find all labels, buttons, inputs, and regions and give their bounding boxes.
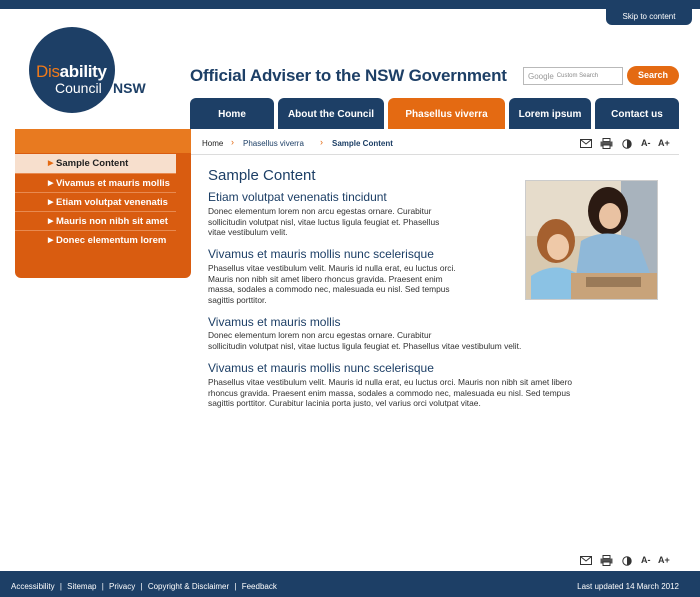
arrow-right-icon: ▶ [48,199,54,206]
sidebar-item-label: Mauris non nibh sit amet [56,216,168,227]
search-input[interactable]: Google Custom Search [523,67,623,85]
footer-separator: | [101,582,104,591]
section-body: Phasellus vitae vestibulum velit. Mauris… [208,377,573,408]
top-strip [0,0,700,9]
sidebar-item-label: Etiam volutpat venenatis [56,197,168,208]
footer-link-feedback[interactable]: Feedback [242,582,277,591]
footer-link-sitemap[interactable]: Sitemap [67,582,96,591]
footer-links: Accessibility | Sitemap | Privacy | Copy… [11,582,280,591]
sidebar-item-label: Donec elementum lorem [56,235,167,246]
nav-about-the-council[interactable]: About the Council [278,98,384,129]
chevron-right-icon: › [231,137,234,147]
sidebar-item-vivamus[interactable]: ▶ Vivamus et mauris mollis [15,173,176,192]
logo-wordmark: Disability [36,62,107,81]
section-body: Phasellus vitae vestibulum velit. Mauris… [208,263,456,305]
skip-to-content-link[interactable]: Skip to content [606,9,692,25]
increase-text-button[interactable]: A+ [658,138,670,148]
footer-separator: | [140,582,143,591]
search-button[interactable]: Search [627,66,679,85]
section-title: Vivamus et mauris mollis nunc scelerisqu… [208,247,434,261]
arrow-right-icon: ▶ [48,237,54,244]
footer: Accessibility | Sitemap | Privacy | Copy… [0,571,700,597]
footer-separator: | [234,582,237,591]
sidebar-header [15,129,191,153]
sidebar-item-label: Sample Content [56,158,129,169]
footer-link-privacy[interactable]: Privacy [109,582,135,591]
section-title: Vivamus et mauris mollis [208,315,341,329]
decrease-text-button[interactable]: A- [641,138,651,148]
nav-lorem-ipsum[interactable]: Lorem ipsum [509,98,591,129]
nav-contact-us[interactable]: Contact us [595,98,679,129]
footer-separator: | [59,582,62,591]
section-title: Etiam volutpat venenatis tincidunt [208,190,387,204]
section-body: Donec elementum lorem non arcu egestas o… [208,206,440,237]
arrow-right-icon: ▶ [48,218,54,225]
contrast-icon[interactable] [622,556,632,566]
breadcrumb-level2[interactable]: Phasellus viverra [243,139,304,148]
google-label: Google [528,71,554,81]
footer-link-accessibility[interactable]: Accessibility [11,582,55,591]
nav-phasellus-viverra[interactable]: Phasellus viverra [388,98,505,129]
site-title: Official Adviser to the NSW Government [190,66,507,85]
section-title: Vivamus et mauris mollis nunc scelerisqu… [208,361,434,375]
logo-nsw: NSW [113,80,146,96]
sidebar-item-donec[interactable]: ▶ Donec elementum lorem [15,230,176,249]
arrow-right-icon: ▶ [48,180,54,187]
footer-link-copyright[interactable]: Copyright & Disclaimer [148,582,229,591]
breadcrumb-home[interactable]: Home [202,139,223,148]
content-photo [525,180,658,300]
last-updated: Last updated 14 March 2012 [577,582,679,591]
contrast-icon[interactable] [622,139,632,149]
email-icon[interactable] [580,139,592,149]
sidebar-item-etiam[interactable]: ▶ Etiam volutpat venenatis [15,192,176,211]
logo-council: Council [55,80,102,96]
page-title: Sample Content [208,167,316,184]
email-icon[interactable] [580,556,592,566]
chevron-right-icon: › [320,137,323,147]
breadcrumb-current: Sample Content [332,139,393,148]
nav-home[interactable]: Home [190,98,274,129]
print-icon[interactable] [600,555,613,566]
sidebar-item-label: Vivamus et mauris mollis [56,178,170,189]
sidebar-item-sample-content[interactable]: ▶ Sample Content [15,154,176,173]
increase-text-button[interactable]: A+ [658,555,670,565]
search-placeholder: Custom Search [556,73,599,79]
print-icon[interactable] [600,138,613,149]
decrease-text-button[interactable]: A- [641,555,651,565]
section-body: Donec elementum lorem non arcu egestas o… [208,330,522,351]
arrow-right-icon: ▶ [48,160,54,167]
sidebar-item-mauris[interactable]: ▶ Mauris non nibh sit amet [15,211,176,230]
